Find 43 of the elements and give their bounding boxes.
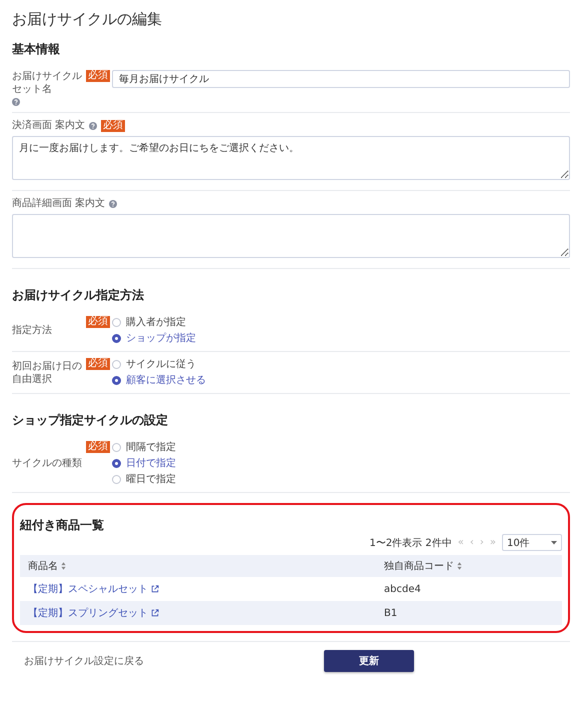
- result-count: 1〜2件表示 2件中: [369, 536, 452, 550]
- field-label: 指定方法: [12, 324, 52, 337]
- caret-icon: [551, 540, 557, 544]
- required-badge: 必須: [86, 358, 110, 370]
- column-header[interactable]: 商品名: [20, 559, 376, 573]
- input-field[interactable]: 毎月お届けサイクル: [112, 70, 570, 88]
- required-badge: 必須: [86, 316, 110, 328]
- section-heading: 紐付き商品一覧: [20, 517, 105, 534]
- field-label: サイクルの種類: [12, 457, 82, 470]
- field-label: お届けサイクルセット名: [12, 70, 83, 96]
- radio-option[interactable]: ショップが指定: [112, 332, 196, 345]
- table-cell-text: abcde4: [383, 584, 422, 594]
- text-area[interactable]: 月に一度お届けします。ご希望のお日にちをご選択ください。: [12, 136, 570, 180]
- product-link[interactable]: 【定期】スペシャルセット: [28, 582, 148, 596]
- radio-option[interactable]: サイクルに従う: [112, 358, 206, 371]
- sort-icon: [457, 562, 462, 570]
- radio-option[interactable]: 顧客に選択させる: [112, 374, 206, 387]
- help-icon[interactable]: [12, 98, 20, 106]
- per-page-select[interactable]: 10件: [502, 534, 562, 551]
- external-link-icon[interactable]: [151, 585, 159, 593]
- back-link[interactable]: お届けサイクル設定に戻る: [24, 654, 324, 668]
- help-icon[interactable]: [89, 122, 98, 130]
- help-icon[interactable]: [109, 200, 118, 208]
- required-badge: 必須: [101, 120, 126, 132]
- radio-option[interactable]: 間隔で指定: [112, 441, 176, 454]
- radio-option[interactable]: 曜日で指定: [112, 473, 176, 486]
- field-label: 商品詳細画面 案内文: [12, 197, 106, 210]
- product-link[interactable]: 【定期】スプリングセット: [28, 606, 148, 620]
- section-heading: お届けサイクル指定方法: [12, 287, 145, 304]
- required-badge: 必須: [86, 441, 110, 453]
- field-label: 初回お届け日の自由選択: [12, 360, 83, 386]
- radio-option[interactable]: 購入者が指定: [112, 316, 196, 329]
- sort-icon: [61, 562, 66, 570]
- external-link-icon[interactable]: [151, 609, 159, 617]
- table-cell-text: B1: [383, 608, 398, 618]
- section-heading: ショップ指定サイクルの設定: [12, 412, 169, 429]
- column-header[interactable]: 独自商品コード: [376, 559, 562, 573]
- required-badge: 必須: [86, 70, 110, 82]
- update-button[interactable]: 更新: [324, 650, 414, 672]
- radio-option[interactable]: 日付で指定: [112, 457, 176, 470]
- section-heading: 基本情報: [12, 41, 61, 58]
- field-label: 決済画面 案内文: [12, 119, 86, 132]
- page-title: お届けサイクルの編集: [12, 9, 163, 30]
